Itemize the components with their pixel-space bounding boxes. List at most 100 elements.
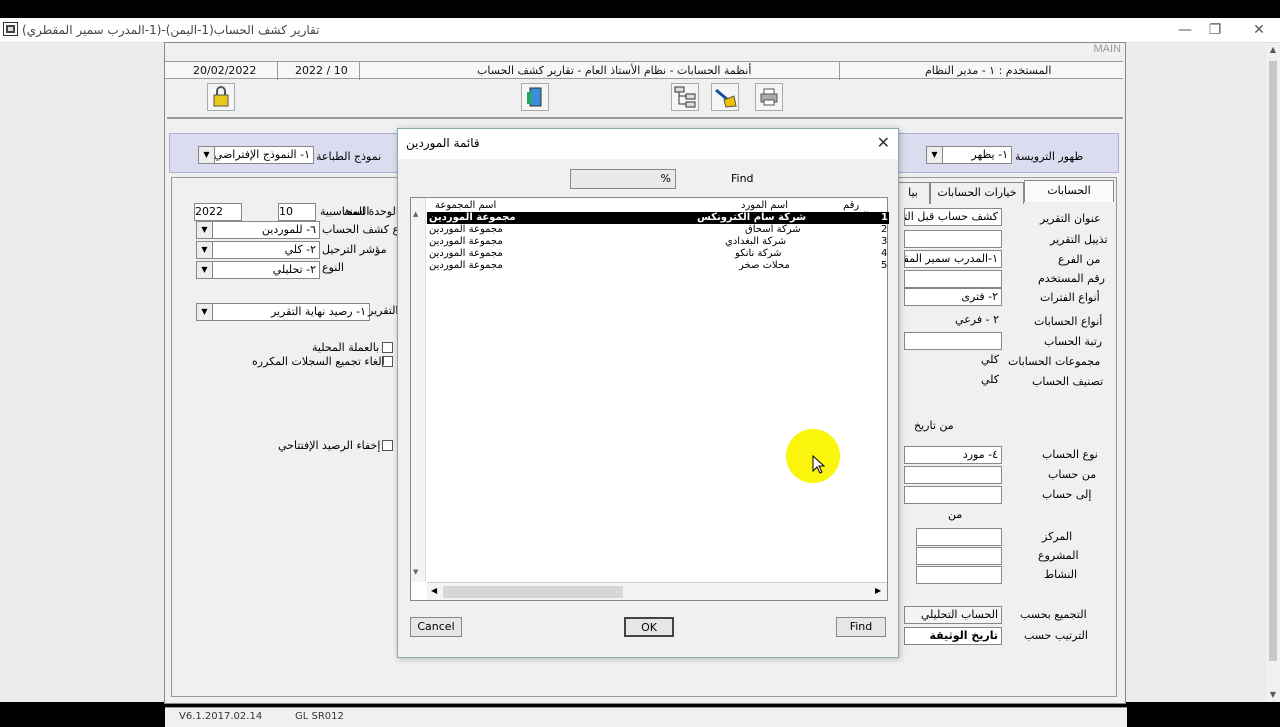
account-groups-field[interactable]: كلي (904, 352, 1002, 370)
close-icon[interactable]: ✕ (877, 133, 890, 152)
center-field[interactable] (916, 528, 1002, 546)
year-field[interactable]: 2022 (194, 203, 242, 221)
cancel-button[interactable]: Cancel (410, 617, 462, 637)
row-number: 2 (881, 224, 888, 235)
report-balance-select[interactable]: ▼ ١- رصيد نهاية التقرير (196, 303, 370, 321)
branch-field[interactable]: ١-المدرب سمير المقطري (904, 250, 1002, 268)
row-number: 4 (881, 248, 888, 259)
window-vertical-scrollbar[interactable]: ▲ ▼ (1266, 43, 1280, 702)
scroll-right-icon[interactable]: ▶ (875, 586, 881, 595)
scroll-up-icon[interactable]: ▲ (1266, 43, 1280, 57)
scroll-left-icon[interactable]: ◀ (431, 586, 437, 595)
sort-by-field[interactable]: تاريخ الوثيقة (904, 627, 1002, 645)
header-visibility-select[interactable]: ▼ ١- يظهر (926, 146, 1012, 164)
row-group: مجموعة الموردين (429, 212, 516, 223)
column-header-name[interactable]: اسم المورد (741, 200, 788, 211)
scroll-thumb[interactable] (443, 586, 623, 598)
activity-field[interactable] (916, 566, 1002, 584)
hide-opening-label: إخفاء الرصيد الإفتتاحي (278, 439, 381, 452)
row-group: مجموعة الموردين (429, 260, 503, 271)
report-title-label: عنوان التقرير (1040, 212, 1101, 225)
accounting-unit-field[interactable]: 10 (278, 203, 316, 221)
printer-icon (760, 88, 778, 106)
chevron-down-icon[interactable]: ▼ (927, 147, 943, 163)
to-account-field[interactable] (904, 486, 1002, 504)
find-button[interactable]: Find (836, 617, 886, 637)
clear-button[interactable] (711, 83, 739, 111)
from-account-label: من حساب (1048, 468, 1097, 481)
project-field[interactable] (916, 547, 1002, 565)
user-number-field[interactable] (904, 270, 1002, 288)
header-visibility-label: ظهور الترويسة (1015, 150, 1084, 163)
print-model-value: ١- النموذج الإفتراضي (213, 148, 310, 161)
period-types-field[interactable]: ٢- فترى (904, 288, 1002, 306)
scroll-up-icon[interactable]: ▲ (413, 210, 418, 218)
sort-by-label: الترتيب حسب (1024, 629, 1088, 642)
tab-accounts[interactable]: الحسابات (1024, 180, 1114, 202)
restore-button[interactable]: ❐ (1200, 21, 1230, 39)
chevron-down-icon[interactable]: ▼ (197, 242, 213, 258)
statement-type-select[interactable]: ▼ ٦- للموردين (196, 221, 320, 239)
account-kind-field[interactable]: ٤- مورد (904, 446, 1002, 464)
scroll-down-icon[interactable]: ▼ (1266, 688, 1280, 702)
tab-data[interactable]: بيا (896, 182, 930, 204)
grid-vertical-scrollbar[interactable]: ▲ ▼ (411, 198, 426, 582)
accounting-unit-label: الوحدة المحاسبية (320, 205, 399, 218)
print-model-select[interactable]: ▼ ١- النموذج الإفتراضي (198, 146, 314, 164)
scroll-down-icon[interactable]: ▼ (413, 568, 418, 576)
from-label: من (948, 508, 963, 521)
close-window-button[interactable]: ✕ (1244, 21, 1274, 39)
hide-opening-checkbox[interactable] (382, 440, 393, 451)
chevron-down-icon[interactable]: ▼ (197, 222, 213, 238)
table-row[interactable]: مجموعة الموردين شركة البغدادي 3 (427, 236, 889, 248)
scroll-thumb[interactable] (1269, 61, 1277, 661)
mouse-pointer-icon (812, 455, 826, 474)
local-currency-label: بالعملة المحلية (312, 341, 380, 354)
tab-account-options[interactable]: خيارات الحسابات (930, 182, 1024, 204)
group-by-field[interactable]: الحساب التحليلي (904, 606, 1002, 624)
table-row[interactable]: مجموعة الموردين محلات صخر 5 (427, 260, 889, 272)
row-number: 5 (881, 260, 888, 271)
table-row[interactable]: مجموعة الموردين شركة اسحاق 2 (427, 224, 889, 236)
header-period: 2022 / 10 (295, 64, 348, 77)
report-title-field[interactable]: كشف حساب قبل الترح (904, 208, 1002, 226)
account-class-label: تصنيف الحساب (1032, 375, 1104, 388)
report-balance-value: ١- رصيد نهاية التقرير (270, 305, 366, 318)
row-number: 3 (881, 236, 888, 247)
header-visibility-value: ١- يظهر (971, 148, 1008, 161)
lock-icon (213, 86, 229, 107)
exit-button[interactable] (521, 83, 549, 111)
table-row[interactable]: مجموعة الموردين شركة سام الكترونكس 1 (427, 212, 889, 224)
search-input[interactable]: % (570, 169, 676, 189)
exit-door-icon (527, 87, 542, 107)
kind-value: ٢- تحليلي (272, 263, 316, 276)
screen-top-bar (0, 0, 1280, 18)
chevron-down-icon[interactable]: ▼ (199, 147, 215, 163)
statement-type-value: ٦- للموردين (261, 223, 316, 236)
tree-button[interactable] (671, 83, 699, 111)
account-types-field[interactable]: ٢ - فرعي (904, 312, 1002, 330)
posting-select[interactable]: ▼ ٢- كلي (196, 241, 320, 259)
broom-icon (715, 88, 737, 108)
row-name: محلات صخر (739, 260, 790, 271)
minimize-button[interactable]: — (1170, 21, 1200, 39)
from-account-field[interactable] (904, 466, 1002, 484)
print-button[interactable] (755, 83, 783, 111)
account-rank-field[interactable] (904, 332, 1002, 350)
lock-button[interactable] (207, 83, 235, 111)
account-rank-label: رتبة الحساب (1044, 335, 1103, 348)
report-code-text: GL SR012 (295, 711, 344, 722)
center-label: المركز (1042, 530, 1073, 543)
chevron-down-icon[interactable]: ▼ (197, 262, 213, 278)
report-footer-field[interactable] (904, 230, 1002, 248)
grid-horizontal-scrollbar[interactable]: ◀ ▶ (427, 582, 887, 600)
table-row[interactable]: مجموعة الموردين شركة نانكو 4 (427, 248, 889, 260)
ok-button[interactable]: OK (624, 617, 674, 637)
status-bar: V6.1.2017.02.14 GL SR012 (165, 707, 1127, 727)
account-class-field[interactable]: كلي (904, 372, 1002, 390)
local-currency-checkbox[interactable] (382, 342, 393, 353)
chevron-down-icon[interactable]: ▼ (197, 304, 213, 320)
suppliers-grid: ▲ ▼ اسم المجموعة اسم المورد رقم المورد م… (410, 197, 889, 601)
column-header-group[interactable]: اسم المجموعة (435, 200, 496, 211)
kind-select[interactable]: ▼ ٢- تحليلي (196, 261, 320, 279)
